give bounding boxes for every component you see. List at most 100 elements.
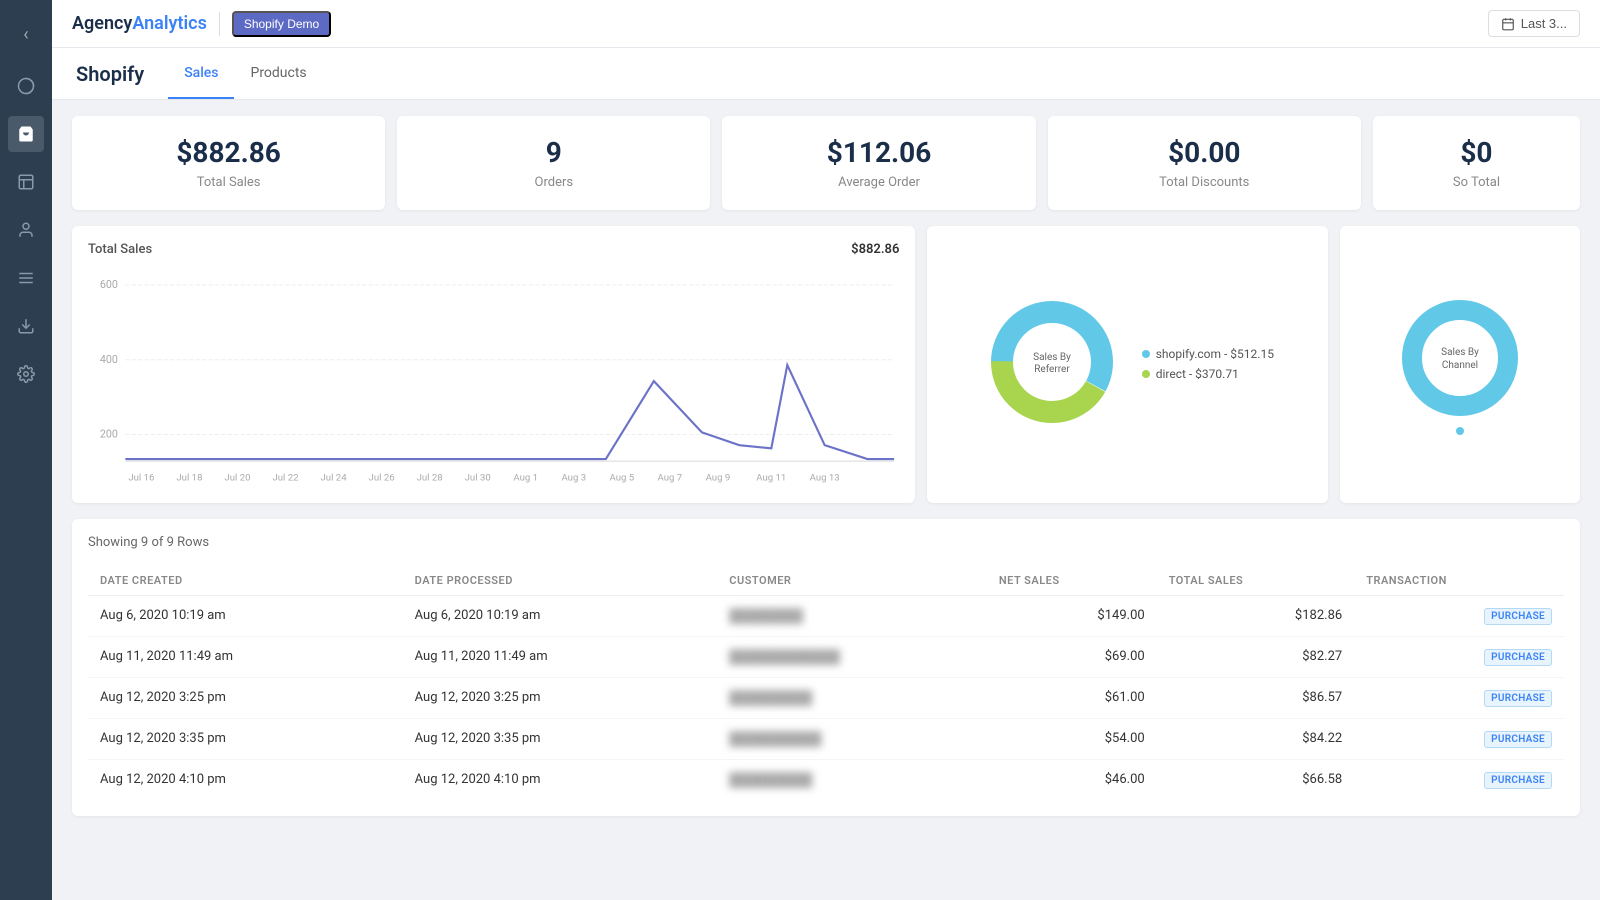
svg-text:Jul 20: Jul 20	[224, 472, 250, 482]
svg-text:Aug 11: Aug 11	[756, 472, 786, 482]
sidebar-icon-download[interactable]	[8, 308, 44, 344]
svg-text:Aug 3: Aug 3	[561, 472, 586, 482]
cell-customer: █████████	[717, 759, 987, 800]
cell-transaction: PURCHASE	[1354, 677, 1564, 718]
cell-date-created: Aug 12, 2020 4:10 pm	[88, 759, 403, 800]
channel-dot	[1456, 427, 1464, 435]
cell-date-processed: Aug 6, 2020 10:19 am	[403, 595, 718, 636]
col-transaction: TRANSACTION	[1354, 566, 1564, 596]
sidebar-icon-settings[interactable]	[8, 356, 44, 392]
tabs: Sales Products	[168, 48, 322, 99]
svg-text:Jul 28: Jul 28	[417, 472, 443, 482]
legend-shopify-dot	[1142, 350, 1150, 358]
sidebar-back-icon[interactable]: ‹	[8, 16, 44, 52]
table-body: Aug 6, 2020 10:19 am Aug 6, 2020 10:19 a…	[88, 595, 1564, 800]
average-order-label: Average Order	[746, 175, 1011, 190]
donut-referrer-wrapper: Sales By Referrer shopify.com - $512.15 …	[982, 292, 1274, 436]
cell-net-sales: $69.00	[987, 636, 1157, 677]
col-customer: CUSTOMER	[717, 566, 987, 596]
chart-sales-by-referrer: Sales By Referrer shopify.com - $512.15 …	[927, 226, 1328, 503]
sidebar: ‹	[0, 0, 52, 900]
date-range-button[interactable]: Last 3...	[1488, 10, 1580, 37]
table-row: Aug 11, 2020 11:49 am Aug 11, 2020 11:49…	[88, 636, 1564, 677]
page-title: Shopify	[76, 62, 144, 86]
so-total-label: So Total	[1397, 175, 1556, 190]
svg-text:400: 400	[100, 353, 118, 366]
sidebar-icon-person[interactable]	[8, 212, 44, 248]
line-chart-container: 600 400 200 Jul 16 Jul 18	[88, 269, 899, 487]
cell-total-sales: $84.22	[1157, 718, 1355, 759]
page-header: Shopify Sales Products	[52, 48, 1600, 100]
data-table: DATE CREATED DATE PROCESSED CUSTOMER NET…	[88, 566, 1564, 800]
average-order-value: $112.06	[746, 136, 1011, 169]
charts-row: Total Sales $882.86 600 400 200	[72, 226, 1580, 503]
cell-customer: ████████	[717, 595, 987, 636]
main-content: AgencyAnalytics Shopify Demo Last 3... S…	[52, 0, 1600, 900]
table-row: Aug 12, 2020 3:25 pm Aug 12, 2020 3:25 p…	[88, 677, 1564, 718]
topbar-divider	[219, 12, 220, 36]
tab-sales[interactable]: Sales	[168, 48, 234, 99]
tab-products[interactable]: Products	[234, 48, 322, 99]
cell-date-created: Aug 11, 2020 11:49 am	[88, 636, 403, 677]
chart-header: Total Sales $882.86	[88, 242, 899, 257]
svg-text:Aug 9: Aug 9	[706, 472, 731, 482]
svg-text:Jul 26: Jul 26	[369, 472, 395, 482]
total-discounts-label: Total Discounts	[1072, 175, 1337, 190]
svg-text:600: 600	[100, 278, 118, 291]
donut-channel-svg: Sales By Channel	[1395, 293, 1525, 423]
svg-text:Aug 5: Aug 5	[610, 472, 635, 482]
col-date-processed: DATE PROCESSED	[403, 566, 718, 596]
cell-date-processed: Aug 12, 2020 4:10 pm	[403, 759, 718, 800]
svg-text:Channel: Channel	[1442, 360, 1478, 371]
col-total-sales: TOTAL SALES	[1157, 566, 1355, 596]
sidebar-icon-chart[interactable]	[8, 164, 44, 200]
orders-value: 9	[421, 136, 686, 169]
topbar: AgencyAnalytics Shopify Demo Last 3...	[52, 0, 1600, 48]
cell-customer: ██████████	[717, 718, 987, 759]
cell-date-created: Aug 12, 2020 3:25 pm	[88, 677, 403, 718]
svg-text:Sales By: Sales By	[1441, 347, 1479, 358]
svg-text:200: 200	[100, 428, 118, 441]
col-date-created: DATE CREATED	[88, 566, 403, 596]
table-row-count: Showing 9 of 9 Rows	[88, 535, 1564, 550]
sidebar-icon-palette[interactable]	[8, 68, 44, 104]
chart-total-value: $882.86	[851, 242, 899, 257]
metric-total-discounts: $0.00 Total Discounts	[1048, 116, 1361, 210]
legend-direct: direct - $370.71	[1142, 367, 1274, 381]
svg-text:Aug 7: Aug 7	[658, 472, 683, 482]
sidebar-icon-list[interactable]	[8, 260, 44, 296]
logo-agency: Agency	[72, 13, 132, 34]
donut-referrer-svg: Sales By Referrer	[982, 292, 1122, 432]
metric-average-order: $112.06 Average Order	[722, 116, 1035, 210]
svg-text:Referrer: Referrer	[1034, 363, 1070, 375]
cell-date-processed: Aug 12, 2020 3:25 pm	[403, 677, 718, 718]
cell-date-processed: Aug 12, 2020 3:35 pm	[403, 718, 718, 759]
line-chart-svg: 600 400 200 Jul 16 Jul 18	[88, 269, 899, 483]
svg-text:Sales By: Sales By	[1033, 352, 1071, 363]
calendar-icon	[1501, 17, 1515, 31]
orders-label: Orders	[421, 175, 686, 190]
cell-net-sales: $46.00	[987, 759, 1157, 800]
logo: AgencyAnalytics	[72, 13, 207, 34]
cell-date-created: Aug 12, 2020 3:35 pm	[88, 718, 403, 759]
metric-total-sales: $882.86 Total Sales	[72, 116, 385, 210]
svg-text:Jul 22: Jul 22	[272, 472, 299, 482]
legend-shopify: shopify.com - $512.15	[1142, 347, 1274, 361]
table-header-row: DATE CREATED DATE PROCESSED CUSTOMER NET…	[88, 566, 1564, 596]
cell-date-processed: Aug 11, 2020 11:49 am	[403, 636, 718, 677]
svg-text:Jul 30: Jul 30	[465, 472, 491, 482]
cell-date-created: Aug 6, 2020 10:19 am	[88, 595, 403, 636]
shopify-demo-badge[interactable]: Shopify Demo	[232, 11, 331, 37]
donut-referrer-svg-wrapper: Sales By Referrer	[982, 292, 1122, 436]
table-row: Aug 12, 2020 3:35 pm Aug 12, 2020 3:35 p…	[88, 718, 1564, 759]
sidebar-icon-cart[interactable]	[8, 116, 44, 152]
chart-title: Total Sales	[88, 242, 152, 257]
table-row: Aug 6, 2020 10:19 am Aug 6, 2020 10:19 a…	[88, 595, 1564, 636]
legend-direct-dot	[1142, 370, 1150, 378]
total-discounts-value: $0.00	[1072, 136, 1337, 169]
table-header: DATE CREATED DATE PROCESSED CUSTOMER NET…	[88, 566, 1564, 596]
data-table-container: Showing 9 of 9 Rows DATE CREATED DATE PR…	[72, 519, 1580, 816]
svg-text:Jul 24: Jul 24	[321, 472, 348, 482]
chart-sales-by-channel: Sales By Channel	[1340, 226, 1580, 503]
total-sales-value: $882.86	[96, 136, 361, 169]
